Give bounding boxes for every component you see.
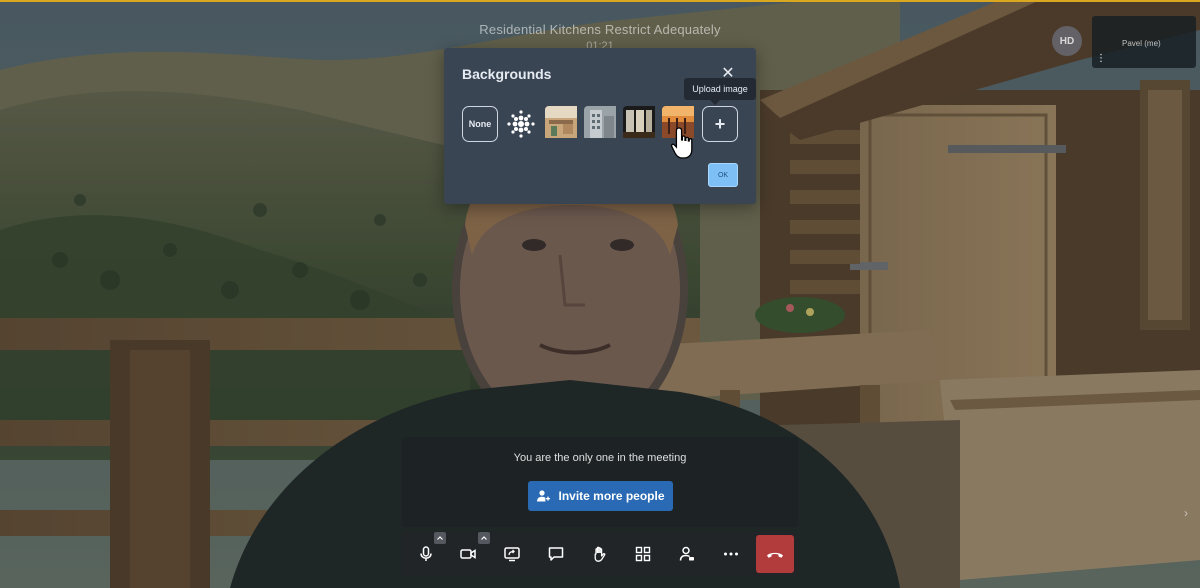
background-blur-option[interactable] (503, 106, 539, 142)
screen-share-icon (504, 547, 520, 562)
window-image (623, 106, 655, 138)
chevron-up-icon (481, 536, 487, 540)
ok-button[interactable]: OK (708, 163, 738, 187)
participants-icon (679, 546, 694, 561)
raise-hand-button[interactable] (582, 536, 618, 572)
alone-in-meeting-message: You are the only one in the meeting (513, 452, 687, 464)
top-accent-bar (0, 0, 1200, 2)
background-none-option[interactable]: None (462, 106, 498, 142)
invite-more-people-button[interactable]: Invite more people (528, 481, 673, 511)
background-image-window[interactable] (623, 106, 659, 142)
self-video-tile[interactable]: Pavel (me) ⋮ (1092, 16, 1196, 68)
upload-image-button[interactable]: + (702, 106, 738, 142)
meeting-toolbar (402, 532, 798, 576)
blur-dots-icon (507, 110, 535, 138)
tile-view-button[interactable] (625, 536, 661, 572)
tile-view-icon (635, 546, 651, 562)
hang-up-button[interactable] (756, 535, 794, 573)
microphone-options-caret[interactable] (434, 532, 446, 544)
chevron-right-icon[interactable]: › (1184, 506, 1194, 520)
chat-icon (548, 547, 564, 561)
self-tile-menu-icon[interactable]: ⋮ (1096, 53, 1106, 65)
office-image (545, 106, 577, 138)
building-image (584, 106, 616, 138)
upload-image-tooltip: Upload image (684, 78, 756, 105)
remote-participant-avatar[interactable]: HD (1052, 26, 1082, 56)
screen-share-button[interactable] (494, 536, 530, 572)
camera-icon (460, 549, 476, 559)
chevron-up-icon (437, 536, 443, 540)
self-name-label: Pavel (me) (1122, 39, 1161, 48)
background-image-building[interactable] (584, 106, 620, 142)
hand-cursor-icon (670, 127, 693, 159)
participants-button[interactable] (669, 536, 705, 572)
raise-hand-icon (594, 546, 606, 562)
dialog-title: Backgrounds (462, 66, 552, 82)
add-person-icon (537, 490, 551, 502)
invite-panel: You are the only one in the meeting Invi… (402, 437, 798, 527)
chat-button[interactable] (538, 536, 574, 572)
invite-button-label: Invite more people (558, 489, 665, 503)
microphone-icon (420, 546, 432, 561)
more-options-button[interactable] (713, 536, 749, 572)
more-options-icon (724, 552, 738, 556)
camera-options-caret[interactable] (478, 532, 490, 544)
backgrounds-dialog: Backgrounds ✕ None + OK (444, 48, 756, 204)
hang-up-icon (767, 552, 783, 558)
background-options: None + (462, 106, 742, 142)
background-image-office[interactable] (545, 106, 581, 142)
meeting-title: Residential Kitchens Restrict Adequately (479, 22, 721, 37)
